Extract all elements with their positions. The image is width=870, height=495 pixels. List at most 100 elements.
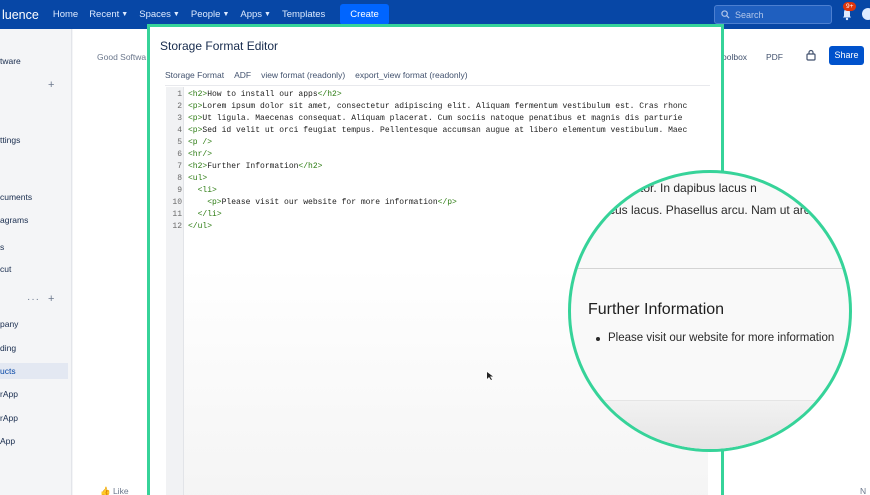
markup-content: Lorem ipsum dolor sit amet, consectetur … xyxy=(202,102,688,111)
like-label: Like xyxy=(112,486,129,495)
code-text: <p>Please visit our website for more inf… xyxy=(188,197,457,209)
sidebar-item[interactable]: tware xyxy=(0,56,21,66)
preview-footer-band xyxy=(571,400,849,449)
code-line[interactable]: 5 <p /> xyxy=(166,137,708,149)
markup-tag: <h2> xyxy=(188,90,208,99)
like-button[interactable]: 👍 Like xyxy=(100,486,129,495)
code-line[interactable]: 1 <h2>How to install our apps</h2> xyxy=(166,89,708,101)
line-number: 9 xyxy=(177,186,182,195)
notification-badge: 9+ xyxy=(843,2,857,11)
sidebar-item[interactable]: agrams xyxy=(0,215,28,225)
sidebar-item[interactable]: cuments xyxy=(0,192,32,202)
nav-spaces[interactable]: Spaces ▼ xyxy=(139,9,180,20)
markup-content: How to install our apps xyxy=(207,90,318,99)
sidebar-item[interactable]: rApp xyxy=(0,389,18,399)
toolbox-button[interactable]: oolbox xyxy=(722,52,747,62)
preview-list-item: Please visit our website for more inform… xyxy=(608,332,835,344)
sidebar-item-active[interactable]: ucts xyxy=(0,363,68,379)
sidebar-item[interactable]: App xyxy=(0,436,15,446)
restrictions-icon[interactable] xyxy=(805,49,817,61)
sidebar-item[interactable]: cut xyxy=(0,264,11,274)
markup-tag: </p> xyxy=(437,198,457,207)
nav-home[interactable]: Home xyxy=(53,9,78,20)
nav-recent[interactable]: Recent ▼ xyxy=(89,9,128,20)
nav-people[interactable]: People ▼ xyxy=(191,9,230,20)
chevron-down-icon: ▼ xyxy=(172,11,180,18)
code-text: <p /> xyxy=(188,137,212,149)
sidebar-item[interactable]: ding xyxy=(0,343,16,353)
code-text: <hr/> xyxy=(188,149,212,161)
code-text: <p>Ut ligula. Maecenas consequat. Aliqua… xyxy=(188,113,682,125)
breadcrumb[interactable]: Good Softwa xyxy=(97,52,146,62)
chevron-down-icon: ▼ xyxy=(121,11,129,18)
sidebar-item[interactable]: ttings xyxy=(0,135,20,145)
line-number: 10 xyxy=(172,198,182,207)
search-icon xyxy=(721,10,730,19)
code-line[interactable]: 2 <p>Lorem ipsum dolor sit amet, consecte… xyxy=(166,101,708,113)
markup-tag: <p> xyxy=(188,114,203,123)
markup-tag: <p> xyxy=(207,198,222,207)
pdf-button[interactable]: PDF xyxy=(766,52,783,62)
line-number: 4 xyxy=(177,126,182,135)
create-button[interactable]: Create xyxy=(340,4,389,25)
tab-divider xyxy=(165,85,710,86)
line-number: 11 xyxy=(172,210,182,219)
line-number: 1 xyxy=(177,90,182,99)
markup-tag: <p> xyxy=(188,126,203,135)
add-icon[interactable]: + xyxy=(48,79,54,91)
mouse-pointer-icon xyxy=(487,372,493,380)
nav-label: Home xyxy=(52,9,79,20)
bullet-icon xyxy=(596,337,600,341)
tab-view-format[interactable]: view format (readonly) xyxy=(261,70,345,80)
help-icon[interactable] xyxy=(862,8,870,20)
code-line[interactable]: 4 <p>Sed id velit ut orci feugiat tempus.… xyxy=(166,125,708,137)
nav-label: Recent xyxy=(89,9,120,20)
line-number: 12 xyxy=(172,222,182,231)
code-line[interactable]: 3 <p>Ut ligula. Maecenas consequat. Aliqu… xyxy=(166,113,708,125)
preview-divider xyxy=(571,268,849,269)
more-icon[interactable]: ··· xyxy=(27,294,40,305)
markup-tag: <hr/> xyxy=(188,150,213,159)
line-number: 5 xyxy=(177,138,182,147)
share-button[interactable]: Share xyxy=(829,46,864,65)
chevron-down-icon: ▼ xyxy=(264,11,271,18)
markup-content: Sed id velit ut orci feugiat tempus. Pel… xyxy=(202,126,688,135)
tab-export-view-format[interactable]: export_view format (readonly) xyxy=(355,70,467,80)
nav-templates[interactable]: Templates xyxy=(282,9,325,20)
chevron-down-icon: ▼ xyxy=(222,11,230,18)
markup-content: Further Information xyxy=(207,162,299,171)
code-text: <h2>How to install our apps</h2> xyxy=(188,89,342,101)
sidebar-item[interactable]: s xyxy=(0,242,4,252)
code-text: <p>Lorem ipsum dolor sit amet, consectet… xyxy=(188,101,687,113)
nav-label: People xyxy=(190,9,221,20)
line-number: 7 xyxy=(177,162,182,171)
preview-paragraph-fragment: d tortor. In dapibus lacus n xyxy=(616,181,757,195)
code-line[interactable]: 7 <h2>Further Information</h2> xyxy=(166,161,708,173)
dialog-title: Storage Format Editor xyxy=(160,39,279,53)
line-number: 8 xyxy=(177,174,182,183)
format-tabs: Storage Format ADF view format (readonly… xyxy=(165,70,478,80)
page-footer-text: N xyxy=(860,486,867,495)
markup-tag: </h2> xyxy=(317,90,342,99)
code-text: </ul> xyxy=(188,221,212,233)
code-text: <ul> xyxy=(188,173,207,185)
nav-label: Templates xyxy=(281,9,326,20)
code-text: <h2>Further Information</h2> xyxy=(188,161,322,173)
nav-apps[interactable]: Apps ▼ xyxy=(240,9,271,20)
sidebar-item[interactable]: rApp xyxy=(0,413,18,423)
markup-tag: </ul> xyxy=(188,222,213,231)
markup-tag: <li> xyxy=(197,186,217,195)
sidebar-item[interactable]: pany xyxy=(0,319,18,329)
markup-tag: </li> xyxy=(197,210,222,219)
markup-tag: <p> xyxy=(188,102,203,111)
tab-adf[interactable]: ADF xyxy=(234,70,251,80)
search-input[interactable]: Search xyxy=(714,5,832,24)
code-text: <p>Sed id velit ut orci feugiat tempus. … xyxy=(188,125,687,137)
app-logo[interactable]: luence xyxy=(0,8,39,22)
code-line[interactable]: 6 <hr/> xyxy=(166,149,708,161)
tab-storage-format[interactable]: Storage Format xyxy=(165,70,224,80)
markup-content: Please visit our website for more inform… xyxy=(221,198,438,207)
search-placeholder: Search xyxy=(735,9,764,20)
add-icon[interactable]: + xyxy=(48,293,54,305)
line-number: 3 xyxy=(177,114,182,123)
